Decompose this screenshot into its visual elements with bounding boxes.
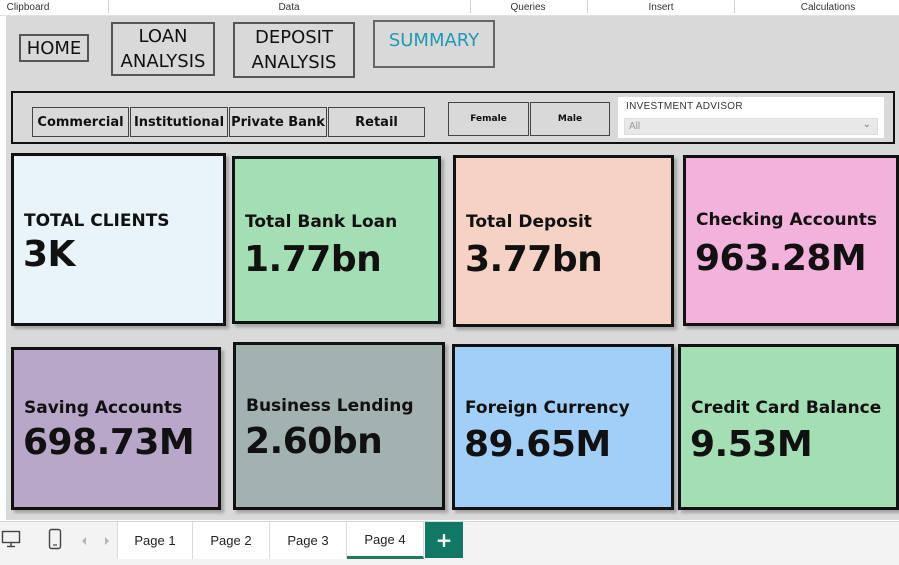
loan-analysis-button[interactable]: LOAN ANALYSIS [111,22,215,76]
ribbon-group-calculations: Calculations [800,2,856,13]
kpi-card-total-bank-loan: Total Bank Loan 1.77bn [232,156,441,324]
kpi-label: Saving Accounts [24,398,183,418]
investment-advisor-dropdown[interactable]: All ⌄ [624,118,878,135]
chevron-right-icon[interactable] [103,536,111,546]
chevron-down-icon: ⌄ [862,119,871,130]
slicer-segment-commercial[interactable]: Commercial [32,107,129,137]
kpi-label: Business Lending [246,396,414,416]
add-page-button[interactable]: + [425,522,463,558]
kpi-card-total-clients: TOTAL CLIENTS 3K [11,153,226,326]
kpi-card-business-lending: Business Lending 2.60bn [233,342,445,510]
chevron-left-icon[interactable] [80,536,88,546]
kpi-label: Checking Accounts [696,210,877,230]
kpi-label: Credit Card Balance [691,398,882,418]
kpi-value: 963.28M [695,238,867,279]
kpi-label: Foreign Currency [465,398,630,418]
home-button[interactable]: HOME [19,34,89,62]
kpi-value: 9.53M [690,424,813,465]
ribbon-separator [470,0,471,13]
investment-advisor-slicer: INVESTMENT ADVISOR All ⌄ [618,97,884,138]
kpi-value: 3.77bn [465,239,603,280]
ribbon-group-clipboard: Clipboard [6,2,50,13]
ribbon-separator [734,0,735,13]
tab-page-3[interactable]: Page 3 [270,522,347,559]
ribbon-group-labels: Clipboard Data Queries Insert Calculatio… [0,0,899,16]
summary-button[interactable]: SUMMARY [373,20,495,68]
kpi-card-total-deposit: Total Deposit 3.77bn [453,155,674,327]
kpi-card-foreign-currency: Foreign Currency 89.65M [452,344,674,510]
tab-page-1[interactable]: Page 1 [117,522,193,559]
kpi-value: 89.65M [464,424,611,465]
kpi-value: 2.60bn [245,421,383,462]
kpi-label: Total Deposit [466,212,592,232]
kpi-label: TOTAL CLIENTS [24,211,170,231]
kpi-value: 3K [23,234,75,275]
deposit-analysis-button[interactable]: DEPOSIT ANALYSIS [233,22,355,78]
kpi-card-saving-accounts: Saving Accounts 698.73M [11,347,221,510]
tab-page-4[interactable]: Page 4 [347,522,424,559]
investment-advisor-value: All [629,121,641,132]
desktop-icon[interactable] [1,530,21,548]
ribbon-separator [108,0,109,13]
slicer-gender-female[interactable]: Female [448,102,529,136]
slicer-segment-institutional[interactable]: Institutional [130,107,228,137]
ribbon-group-data: Data [278,2,300,13]
ribbon-separator [587,0,588,13]
kpi-card-credit-card-balance: Credit Card Balance 9.53M [678,344,899,510]
kpi-label: Total Bank Loan [245,212,398,232]
kpi-value: 698.73M [23,422,195,463]
kpi-value: 1.77bn [244,239,382,280]
ribbon-group-queries: Queries [510,2,546,13]
slicer-gender-male[interactable]: Male [530,102,610,136]
slicer-segment-retail[interactable]: Retail [328,107,425,137]
slicer-segment-private-bank[interactable]: Private Bank [229,107,327,137]
tab-page-2[interactable]: Page 2 [193,522,270,559]
kpi-card-checking-accounts: Checking Accounts 963.28M [683,155,899,326]
ribbon-group-insert: Insert [648,2,674,13]
mobile-icon[interactable] [48,528,62,550]
investment-advisor-title: INVESTMENT ADVISOR [626,101,743,112]
